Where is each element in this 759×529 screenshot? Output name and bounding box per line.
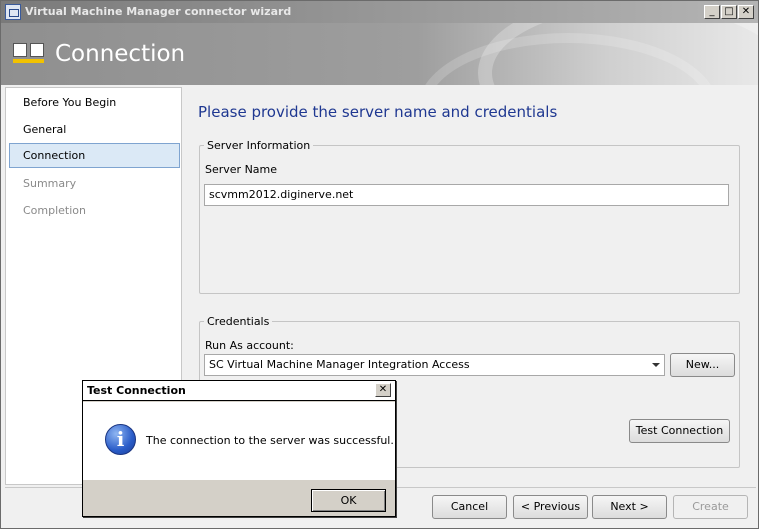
test-connection-button[interactable]: Test Connection (629, 419, 730, 443)
wizard-header: Connection (1, 23, 758, 85)
title-bar: Virtual Machine Manager connector wizard… (1, 1, 758, 23)
server-name-input[interactable]: scvmm2012.diginerve.net (204, 184, 729, 206)
nav-item-before-you-begin[interactable]: Before You Begin (9, 90, 180, 115)
nav-item-connection[interactable]: Connection (9, 143, 180, 168)
minimize-button[interactable]: _ (704, 5, 720, 19)
maximize-button[interactable]: □ (721, 5, 737, 19)
page-title: Connection (55, 41, 186, 67)
cancel-button[interactable]: Cancel (432, 495, 507, 519)
create-button: Create (673, 495, 748, 519)
server-name-label: Server Name (205, 163, 278, 176)
dialog-title: Test Connection (87, 384, 186, 397)
window-title: Virtual Machine Manager connector wizard (25, 5, 292, 18)
dialog-close-button[interactable]: ✕ (375, 383, 391, 397)
chevron-down-icon[interactable] (652, 363, 660, 367)
info-icon: i (105, 424, 136, 455)
connection-icon (13, 43, 47, 65)
nav-item-summary: Summary (23, 177, 77, 190)
run-as-account-label: Run As account: (205, 339, 294, 352)
ok-button[interactable]: OK (311, 489, 386, 512)
dialog-message: The connection to the server was success… (146, 434, 394, 447)
run-as-account-value: SC Virtual Machine Manager Integration A… (209, 358, 470, 371)
app-icon (5, 4, 21, 20)
server-information-group: Server Information (199, 139, 740, 294)
test-connection-dialog: Test Connection ✕ i The connection to th… (82, 380, 396, 517)
new-account-button[interactable]: New... (670, 353, 735, 377)
server-information-legend: Server Information (207, 139, 311, 152)
dialog-title-bar: Test Connection ✕ (83, 381, 395, 401)
nav-item-completion: Completion (23, 204, 87, 217)
close-button[interactable]: ✕ (738, 5, 754, 19)
credentials-legend: Credentials (207, 315, 270, 328)
dialog-body: i The connection to the server was succe… (83, 402, 395, 480)
nav-item-general[interactable]: General (9, 117, 180, 142)
previous-button[interactable]: < Previous (513, 495, 588, 519)
content-heading: Please provide the server name and crede… (198, 103, 558, 121)
next-button[interactable]: Next > (592, 495, 667, 519)
run-as-account-select[interactable]: SC Virtual Machine Manager Integration A… (204, 354, 665, 376)
